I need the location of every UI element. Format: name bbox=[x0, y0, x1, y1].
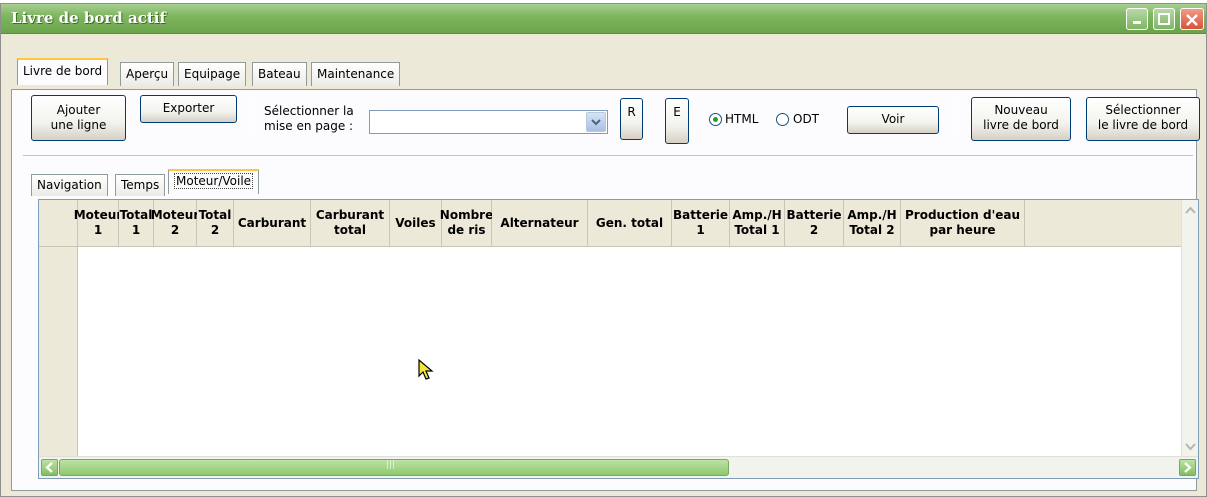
scroll-left-icon bbox=[45, 462, 53, 473]
radio-html[interactable] bbox=[709, 113, 722, 126]
new-log-label-2: livre de bord bbox=[983, 118, 1059, 132]
column-header[interactable]: Nombre de ris bbox=[440, 200, 493, 247]
column-header[interactable]: Voiles bbox=[390, 200, 442, 247]
radio-odt-label[interactable]: ODT bbox=[793, 112, 819, 127]
horizontal-scrollbar[interactable]: ||| bbox=[39, 456, 1198, 478]
minimize-button[interactable] bbox=[1126, 8, 1148, 30]
r-label: R bbox=[627, 105, 636, 119]
maximize-icon bbox=[1158, 13, 1170, 25]
subtab-moteur-voile[interactable]: Moteur/Voile bbox=[168, 169, 260, 194]
column-header[interactable]: Carburant total bbox=[311, 200, 390, 247]
select-log-button[interactable]: Sélectionner le livre de bord bbox=[1086, 97, 1200, 141]
subtab-navigation[interactable]: Navigation bbox=[31, 174, 108, 196]
scroll-right-icon bbox=[1184, 462, 1192, 473]
title-bar[interactable]: Livre de bord actif bbox=[1, 4, 1206, 34]
radio-html-label[interactable]: HTML bbox=[725, 112, 758, 127]
layout-label: Sélectionner la mise en page : bbox=[264, 104, 354, 134]
export-label: Exporter bbox=[162, 101, 215, 115]
log-window: Livre de bord actif Livre de bord Aperçu… bbox=[0, 3, 1207, 497]
data-grid[interactable]: Moteur 1 Total 1 Moteur 2 Total 2 Carburant … bbox=[38, 199, 1199, 479]
column-header[interactable]: Batterie 1 bbox=[672, 200, 730, 247]
tab-apercu[interactable]: Aperçu bbox=[120, 62, 175, 86]
column-header[interactable]: Alternateur bbox=[492, 200, 588, 247]
header-filler bbox=[1025, 200, 1198, 247]
separator bbox=[957, 96, 958, 139]
add-line-button[interactable]: Ajouter une ligne bbox=[31, 95, 126, 141]
e-label: E bbox=[673, 105, 681, 119]
layout-label-2: mise en page : bbox=[264, 119, 354, 133]
new-log-label-1: Nouveau bbox=[994, 103, 1048, 117]
window-title: Livre de bord actif bbox=[11, 9, 166, 27]
column-header[interactable]: Moteur 1 bbox=[74, 200, 122, 247]
vertical-scrollbar[interactable] bbox=[1181, 200, 1198, 457]
grid-corner bbox=[39, 200, 78, 247]
select-log-label-2: le livre de bord bbox=[1097, 118, 1189, 132]
scroll-left-button[interactable] bbox=[41, 459, 58, 476]
radio-odt[interactable] bbox=[776, 113, 789, 126]
close-button[interactable] bbox=[1180, 8, 1204, 30]
add-line-label-2: une ligne bbox=[50, 118, 107, 132]
row-header-column bbox=[39, 247, 78, 457]
column-header[interactable]: Production d'eau par heure bbox=[901, 200, 1025, 247]
chevron-down-icon bbox=[591, 119, 601, 126]
column-header[interactable]: Carburant bbox=[234, 200, 311, 247]
cursor-icon bbox=[418, 359, 434, 380]
subtab-moteur-voile-label: Moteur/Voile bbox=[174, 173, 254, 189]
separator bbox=[250, 96, 251, 139]
scroll-up-icon[interactable] bbox=[1182, 202, 1199, 219]
r-button[interactable]: R bbox=[620, 98, 643, 140]
scroll-thumb-grip: ||| bbox=[386, 460, 396, 470]
column-header[interactable]: Total 1 bbox=[119, 200, 154, 247]
column-header[interactable]: Amp./H Total 2 bbox=[844, 200, 901, 247]
select-log-label-1: Sélectionner bbox=[1105, 103, 1181, 117]
view-button[interactable]: Voir bbox=[847, 106, 939, 134]
e-button[interactable]: E bbox=[665, 98, 689, 144]
new-log-button[interactable]: Nouveau livre de bord bbox=[971, 97, 1071, 141]
column-header[interactable]: Total 2 bbox=[197, 200, 234, 247]
column-header[interactable]: Amp./H Total 1 bbox=[730, 200, 785, 247]
scroll-down-icon[interactable] bbox=[1182, 438, 1199, 455]
export-button[interactable]: Exporter bbox=[140, 95, 237, 123]
toolbar-divider bbox=[23, 155, 1193, 156]
minimize-icon bbox=[1133, 21, 1141, 24]
tab-equipage[interactable]: Equipage bbox=[178, 62, 247, 86]
maximize-button[interactable] bbox=[1153, 8, 1175, 30]
column-header[interactable]: Gen. total bbox=[588, 200, 672, 247]
column-header[interactable]: Moteur 2 bbox=[151, 200, 199, 247]
layout-select-arrow[interactable] bbox=[586, 112, 606, 132]
subtab-temps[interactable]: Temps bbox=[115, 174, 166, 196]
layout-select[interactable] bbox=[369, 110, 608, 134]
close-icon bbox=[1186, 14, 1198, 26]
view-label: Voir bbox=[881, 112, 905, 126]
tab-bateau[interactable]: Bateau bbox=[252, 62, 307, 86]
column-header[interactable]: Batterie 2 bbox=[785, 200, 844, 247]
tab-livre-de-bord[interactable]: Livre de bord bbox=[17, 58, 109, 85]
scroll-thumb[interactable]: ||| bbox=[59, 459, 729, 476]
scroll-right-button[interactable] bbox=[1179, 459, 1196, 476]
add-line-label-1: Ajouter bbox=[56, 103, 101, 117]
layout-label-1: Sélectionner la bbox=[264, 104, 354, 118]
tab-maintenance[interactable]: Maintenance bbox=[311, 62, 401, 86]
radio-html-dot bbox=[713, 117, 718, 122]
